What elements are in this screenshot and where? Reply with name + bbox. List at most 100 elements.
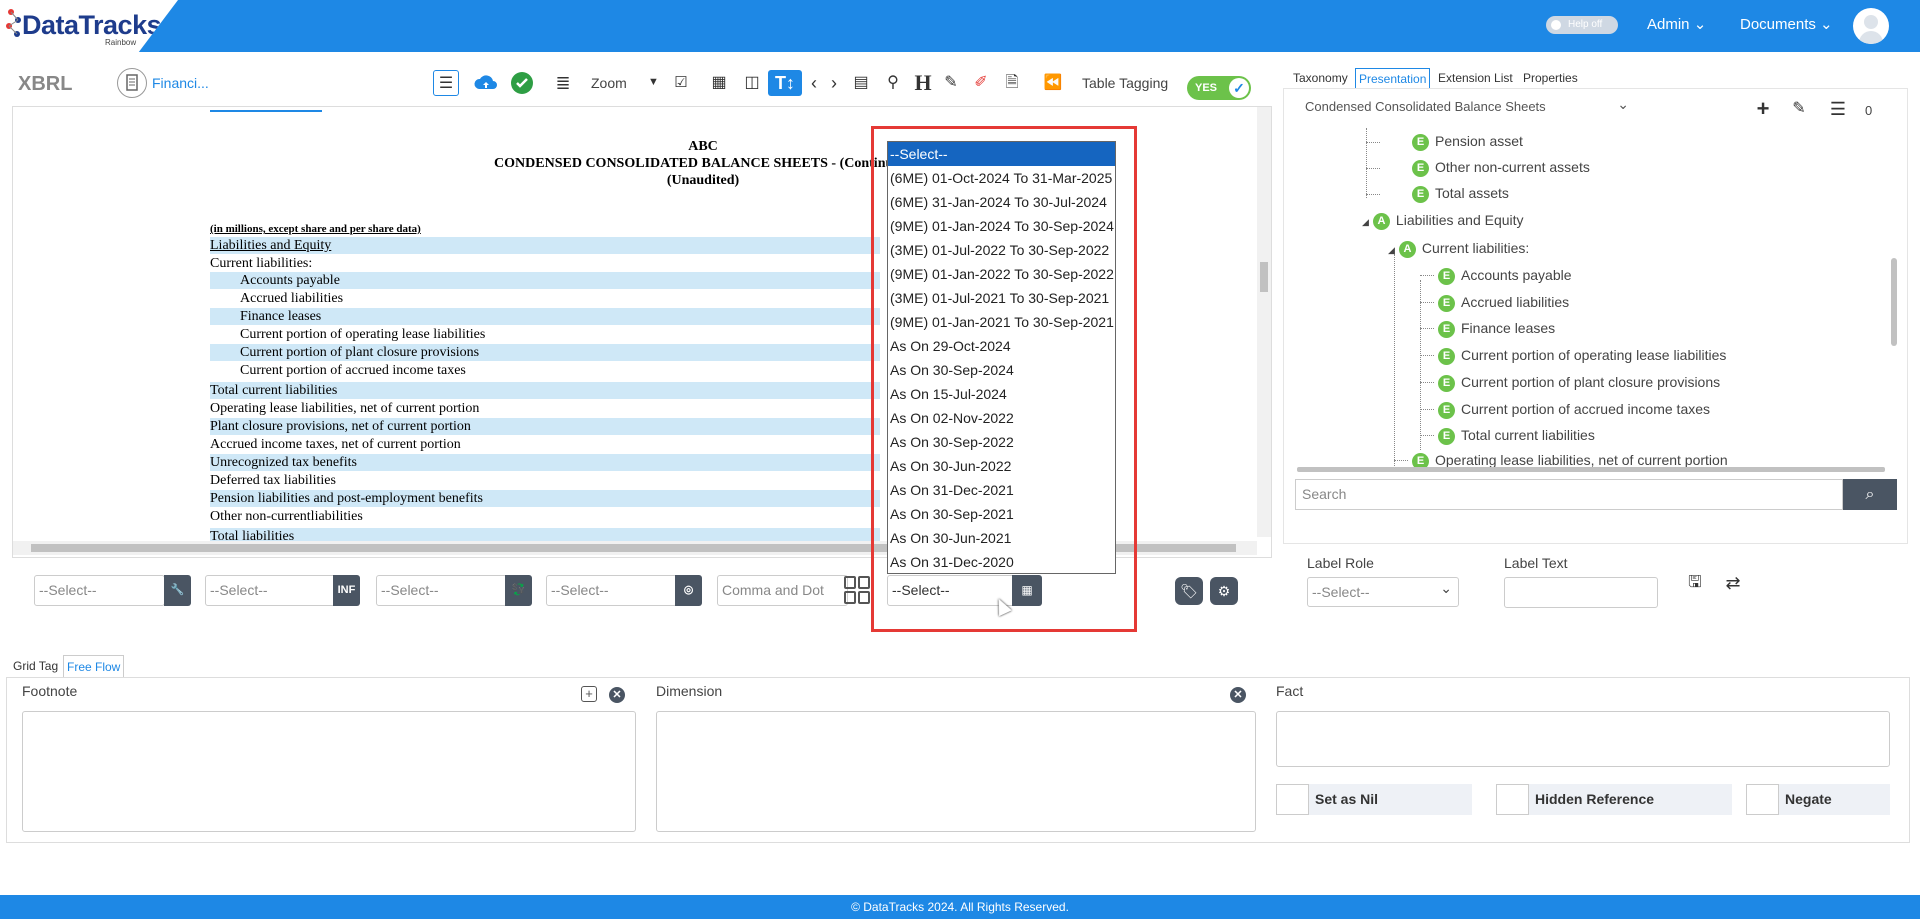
- close-icon[interactable]: ✕: [609, 687, 625, 703]
- negate-checkbox[interactable]: Negate: [1746, 784, 1890, 815]
- doc-row[interactable]: Pension liabilities and post-employment …: [210, 490, 880, 507]
- dropdown-option[interactable]: --Select--: [888, 142, 1115, 166]
- dropdown-option[interactable]: (9ME) 01-Jan-2021 To 30-Sep-2021: [888, 310, 1115, 334]
- tree-node[interactable]: E Pension asset: [1412, 131, 1523, 151]
- currency-icon[interactable]: 💱: [505, 575, 532, 606]
- zoom-label[interactable]: Zoom: [591, 75, 627, 91]
- admin-menu[interactable]: Admin ⌄: [1647, 15, 1706, 33]
- doc-row[interactable]: Current liabilities:: [210, 255, 880, 272]
- document-name[interactable]: Financi...: [152, 75, 209, 91]
- dropdown-option[interactable]: As On 31-Dec-2020: [888, 550, 1115, 573]
- taxonomy-select[interactable]: Condensed Consolidated Balance Sheets: [1297, 93, 1637, 118]
- cloud-upload-icon[interactable]: [473, 70, 499, 96]
- period-dropdown-list[interactable]: --Select-- (6ME) 01-Oct-2024 To 31-Mar-2…: [887, 141, 1116, 574]
- swap-icon[interactable]: ⇄: [1720, 570, 1746, 596]
- doc-row[interactable]: Current portion of operating lease liabi…: [210, 326, 880, 343]
- tree-node[interactable]: E Finance leases: [1438, 318, 1555, 338]
- scrollbar-thumb[interactable]: [1260, 262, 1268, 292]
- doc-row[interactable]: Total current liabilities: [210, 382, 880, 399]
- label-role-select[interactable]: --Select--: [1307, 574, 1459, 607]
- tree-node[interactable]: E Total assets: [1412, 183, 1509, 203]
- heading-icon[interactable]: H: [910, 70, 936, 96]
- wrench-icon[interactable]: 🔧: [164, 575, 191, 606]
- text-tag-icon[interactable]: T↕: [768, 70, 802, 96]
- tab-grid-tag[interactable]: Grid Tag: [10, 655, 61, 677]
- doc-row[interactable]: Plant closure provisions, net of current…: [210, 418, 880, 435]
- tree-scrollbar-thumb[interactable]: [1891, 258, 1897, 346]
- checkbox[interactable]: [1746, 784, 1779, 815]
- doc-row[interactable]: Deferred tax liabilities: [210, 472, 880, 489]
- fact-box[interactable]: [1276, 711, 1890, 767]
- help-toggle[interactable]: Help off: [1546, 16, 1618, 34]
- checkbox[interactable]: [1276, 784, 1309, 815]
- tree-node[interactable]: E Operating lease liabilities, net of cur…: [1412, 450, 1728, 468]
- checkbox-icon[interactable]: ☑: [668, 70, 694, 96]
- scale-select[interactable]: --Select--: [205, 575, 336, 606]
- tree-node[interactable]: ◢ A Current liabilities:: [1388, 238, 1529, 258]
- footnote-box[interactable]: [22, 711, 636, 832]
- menu-icon[interactable]: ☰: [1825, 96, 1851, 122]
- set-as-nil-checkbox[interactable]: Set as Nil: [1276, 784, 1472, 815]
- dropdown-option[interactable]: As On 29-Oct-2024: [888, 334, 1115, 358]
- table-icon[interactable]: ▦: [706, 70, 732, 96]
- dropdown-option[interactable]: As On 30-Jun-2021: [888, 526, 1115, 550]
- remove-highlight-icon[interactable]: ✐: [968, 70, 994, 96]
- dropdown-option[interactable]: (9ME) 01-Jan-2024 To 30-Sep-2024: [888, 214, 1115, 238]
- tags-icon[interactable]: 🏷: [1175, 577, 1203, 605]
- tab-presentation[interactable]: Presentation: [1355, 68, 1431, 88]
- tree-node[interactable]: E Current portion of plant closure provis…: [1438, 372, 1720, 392]
- tab-extension-list[interactable]: Extension List: [1435, 68, 1516, 88]
- label-text-input[interactable]: [1504, 577, 1658, 608]
- dropdown-option[interactable]: As On 02-Nov-2022: [888, 406, 1115, 430]
- verified-icon[interactable]: [509, 70, 535, 96]
- tree-node[interactable]: ◢ A Liabilities and Equity: [1362, 210, 1524, 230]
- settings-icon[interactable]: ⚙: [1210, 577, 1238, 605]
- tab-free-flow[interactable]: Free Flow: [63, 655, 125, 677]
- tree-node[interactable]: E Total current liabilities: [1438, 425, 1595, 445]
- vertical-scrollbar[interactable]: [1257, 107, 1271, 537]
- dropdown-option[interactable]: (3ME) 01-Jul-2021 To 30-Sep-2021: [888, 286, 1115, 310]
- columns-icon[interactable]: ◫: [739, 70, 765, 96]
- add-icon[interactable]: +: [1750, 96, 1776, 122]
- doc-row[interactable]: Operating lease liabilities, net of curr…: [210, 400, 880, 417]
- decimals-select[interactable]: --Select--: [546, 575, 677, 606]
- list-icon[interactable]: ≣: [550, 70, 576, 96]
- dropdown-option[interactable]: As On 31-Dec-2021: [888, 478, 1115, 502]
- edit-icon[interactable]: ✎: [1786, 96, 1812, 122]
- card-icon[interactable]: ▤: [848, 70, 874, 96]
- doc-row[interactable]: Accrued income taxes, net of current por…: [210, 436, 880, 453]
- document-icon[interactable]: 🗎: [999, 70, 1025, 96]
- logo-area[interactable]: DataTracks Rainbow: [0, 0, 178, 52]
- rewind-icon[interactable]: ⏪: [1040, 70, 1066, 96]
- tree-node[interactable]: E Current portion of operating lease liab…: [1438, 345, 1726, 365]
- doc-row[interactable]: Accrued liabilities: [210, 290, 880, 307]
- doc-row[interactable]: Other non-currentliabilities: [210, 508, 880, 525]
- concept-select[interactable]: --Select--: [34, 575, 165, 606]
- tree-node[interactable]: E Accrued liabilities: [1438, 292, 1569, 312]
- dropdown-option[interactable]: (6ME) 01-Oct-2024 To 31-Mar-2025: [888, 166, 1115, 190]
- tab-taxonomy[interactable]: Taxonomy: [1290, 68, 1351, 88]
- location-pin-icon[interactable]: ⚲: [880, 70, 906, 96]
- zoom-dropdown-icon[interactable]: ▼: [648, 76, 659, 88]
- target-icon[interactable]: ◎: [675, 575, 702, 606]
- close-icon[interactable]: ✕: [1230, 687, 1246, 703]
- doc-row[interactable]: Current portion of plant closure provisi…: [210, 344, 880, 361]
- grid-icon[interactable]: [844, 576, 870, 604]
- chevron-right-icon[interactable]: ›: [821, 70, 847, 96]
- dropdown-option[interactable]: As On 30-Sep-2024: [888, 358, 1115, 382]
- inf-button[interactable]: INF: [333, 575, 360, 606]
- doc-row[interactable]: Liabilities and Equity: [210, 237, 880, 254]
- separator-input[interactable]: Comma and Dot: [717, 575, 848, 606]
- highlighter-icon[interactable]: ✎: [938, 70, 964, 96]
- search-icon[interactable]: ⌕: [1843, 479, 1897, 510]
- tree-node[interactable]: E Accounts payable: [1438, 265, 1572, 285]
- dropdown-option[interactable]: (6ME) 31-Jan-2024 To 30-Jul-2024: [888, 190, 1115, 214]
- doc-row[interactable]: Unrecognized tax benefits: [210, 454, 880, 471]
- hidden-reference-checkbox[interactable]: Hidden Reference: [1496, 784, 1732, 815]
- dropdown-option[interactable]: As On 30-Jun-2022: [888, 454, 1115, 478]
- dimension-box[interactable]: [656, 711, 1256, 832]
- search-input[interactable]: Search: [1295, 479, 1843, 510]
- save-icon[interactable]: 🖫: [1682, 570, 1708, 596]
- doc-row[interactable]: Finance leases: [210, 308, 880, 325]
- document-icon[interactable]: [117, 68, 147, 98]
